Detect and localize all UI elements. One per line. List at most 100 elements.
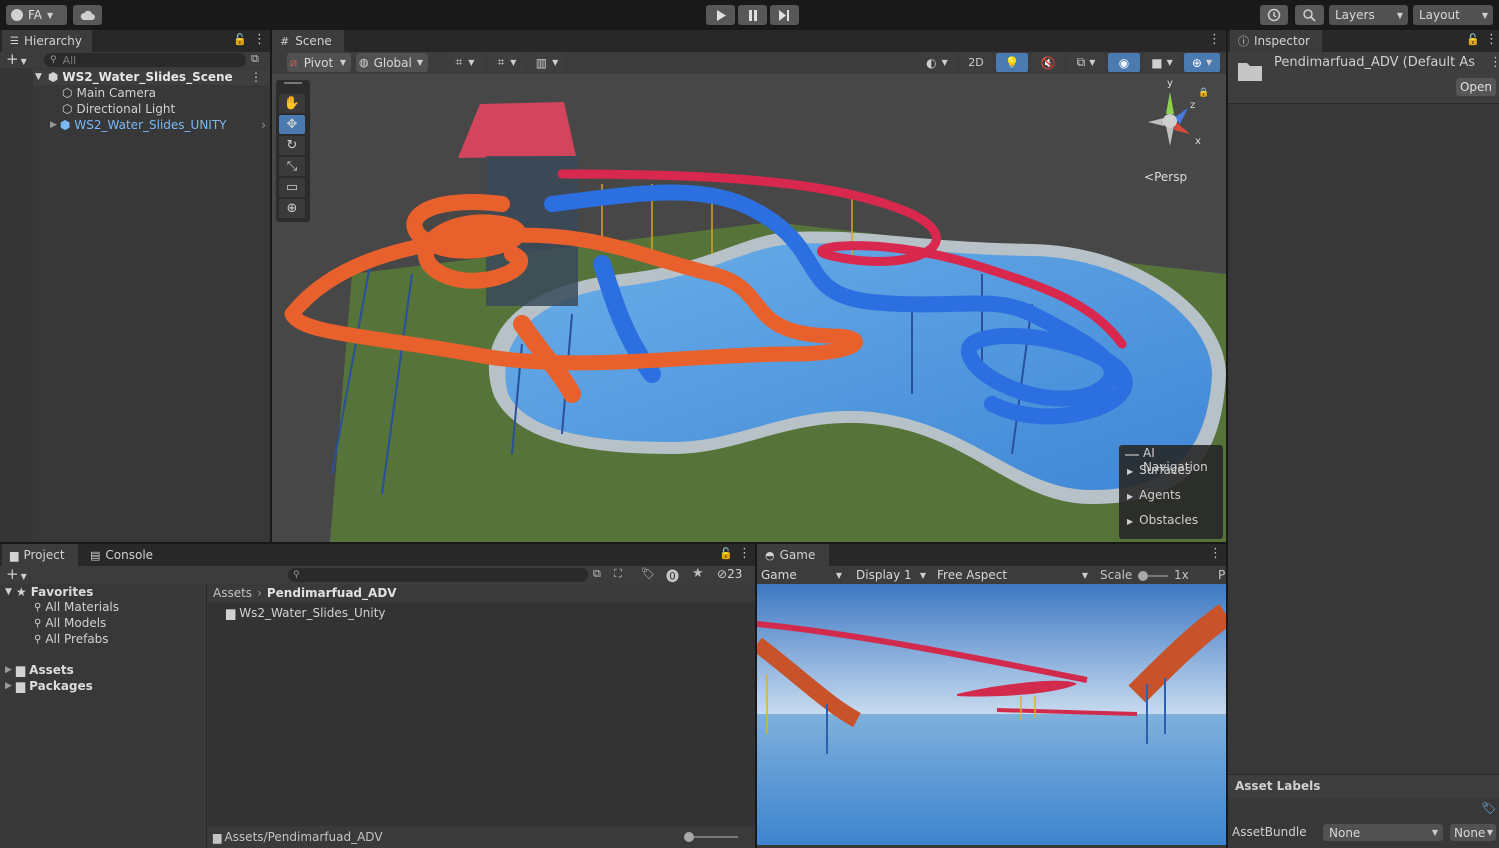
account-dropdown[interactable]: FA ▼ xyxy=(6,5,67,25)
global-dropdown[interactable]: ◍ Global ▼ xyxy=(356,53,428,72)
scale-slider[interactable] xyxy=(1138,571,1168,581)
grid-snap-button[interactable]: ⌗ ▼ xyxy=(446,53,484,72)
tab-scene[interactable]: # Scene xyxy=(272,30,344,52)
expand-arrow-icon[interactable]: ▼ xyxy=(35,72,42,82)
scene-name: WS2_Water_Slides_Scene xyxy=(62,70,233,84)
rotate-tool[interactable]: ↻ xyxy=(279,136,305,155)
hidden-packages-toggle[interactable]: ⊘23 xyxy=(717,567,742,581)
ai-nav-item-agents[interactable]: ▶ Agents xyxy=(1127,488,1181,502)
pause-button[interactable] xyxy=(738,5,767,25)
expand-arrow-icon[interactable]: ▶ xyxy=(5,665,12,675)
slider-thumb[interactable] xyxy=(684,832,694,842)
layers-dropdown[interactable]: Layers ▼ xyxy=(1329,5,1408,25)
mute-icon: 🔇 xyxy=(1040,55,1056,70)
tree-root-assets[interactable]: ▶ ▆ Assets xyxy=(5,662,74,678)
overlay-handle[interactable] xyxy=(1125,454,1139,456)
move-tool[interactable]: ✥ xyxy=(279,115,305,134)
pivot-dropdown[interactable]: ⧄ Pivot ▼ xyxy=(287,53,351,72)
more-menu-icon[interactable]: ⋮ xyxy=(1209,546,1222,561)
hierarchy-item-directional-light[interactable]: ⬡ Directional Light xyxy=(62,101,175,117)
more-menu-icon[interactable]: ⋮ xyxy=(1208,32,1221,47)
search-icon xyxy=(1303,8,1316,22)
label-tag-icon[interactable]: 🏷 xyxy=(1481,801,1496,815)
game-viewport[interactable] xyxy=(757,584,1226,845)
slider-thumb[interactable] xyxy=(1138,571,1148,581)
camera-settings-button[interactable]: ■ ▼ xyxy=(1144,53,1180,72)
chevron-right-icon[interactable]: › xyxy=(261,118,266,132)
hierarchy-search-field[interactable]: ⚲ All xyxy=(44,53,246,67)
display-dropdown[interactable]: Display 1 ▼ xyxy=(851,566,931,584)
gizmo-lock-icon[interactable]: 🔒 xyxy=(1198,88,1209,98)
tab-game[interactable]: ◓ Game xyxy=(757,544,829,566)
ai-nav-item-surfaces[interactable]: ▶ Surfaces xyxy=(1127,463,1191,477)
more-menu-icon[interactable]: ⋮ xyxy=(738,546,751,561)
history-button[interactable] xyxy=(1260,5,1288,25)
more-menu-icon[interactable]: ⋮ xyxy=(1489,55,1499,70)
scale-tool[interactable]: ⤡ xyxy=(279,157,305,176)
play-button[interactable] xyxy=(706,5,735,25)
tab-inspector[interactable]: ⓘ Inspector xyxy=(1230,30,1322,52)
hand-tool[interactable]: ✋ xyxy=(279,94,305,113)
add-button[interactable]: + ▼ xyxy=(6,50,27,68)
layout-dropdown[interactable]: Layout ▼ xyxy=(1413,5,1493,25)
grid-visibility-button[interactable]: ▥ ▼ xyxy=(530,53,564,72)
hierarchy-item-water-slides-prefab[interactable]: ▶ ⬢ WS2_Water_Slides_UNITY › xyxy=(50,117,270,133)
favorite-item[interactable]: ⚲ All Models xyxy=(34,615,106,631)
folder-row[interactable]: ▆ Ws2_Water_Slides_Unity xyxy=(226,605,386,621)
scene-row[interactable]: ▼ ⬢ WS2_Water_Slides_Scene ⋮ xyxy=(33,69,270,85)
increment-snap-button[interactable]: ⌗ ▼ xyxy=(488,53,526,72)
hidden-count: 23 xyxy=(727,567,743,581)
favorites-row[interactable]: ▼ ★ Favorites xyxy=(5,584,93,600)
play-focus-label[interactable]: P xyxy=(1218,568,1225,582)
lock-icon[interactable]: 🔓 xyxy=(1466,33,1480,46)
game-mode-dropdown[interactable]: Game ▼ xyxy=(757,566,847,584)
tab-project[interactable]: ▆ Project xyxy=(2,544,78,566)
asset-bundle-dropdown[interactable]: None ▼ xyxy=(1323,824,1443,841)
rect-tool[interactable]: ▭ xyxy=(279,178,305,197)
tab-console[interactable]: ▤ Console xyxy=(82,544,162,566)
open-button[interactable]: Open xyxy=(1456,78,1496,96)
scene-visibility-toggle[interactable]: ◉ xyxy=(1108,53,1140,72)
favorite-star-icon[interactable]: ★ xyxy=(692,566,704,581)
search-button[interactable] xyxy=(1295,5,1324,25)
lock-icon[interactable]: 🔓 xyxy=(233,33,247,46)
tab-hierarchy[interactable]: ☰ Hierarchy xyxy=(2,30,92,52)
tool-strip-handle[interactable] xyxy=(284,82,302,84)
asset-bundle-variant-dropdown[interactable]: None ▼ xyxy=(1450,824,1496,841)
icon-size-slider[interactable] xyxy=(684,832,738,842)
gizmos-toggle[interactable]: ⊕ ▼ xyxy=(1184,53,1220,72)
audio-toggle[interactable]: 🔇 xyxy=(1032,53,1064,72)
project-search-input[interactable]: ⚲ xyxy=(288,568,588,582)
shading-mode-button[interactable]: ◐ ▼ xyxy=(918,53,956,72)
more-menu-icon[interactable]: ⋮ xyxy=(253,32,266,47)
hierarchy-item-main-camera[interactable]: ⬡ Main Camera xyxy=(62,85,156,101)
tab-inspector-label: Inspector xyxy=(1254,34,1310,48)
filter-type-icon[interactable]: ⛶ xyxy=(614,567,622,581)
ai-nav-item-obstacles[interactable]: ▶ Obstacles xyxy=(1127,513,1198,527)
lighting-toggle[interactable]: 💡 xyxy=(996,53,1028,72)
more-menu-icon[interactable]: ⋮ xyxy=(1485,32,1498,47)
lock-icon[interactable]: 🔓 xyxy=(719,547,733,560)
step-button[interactable] xyxy=(770,5,799,25)
toggle-2d-button[interactable]: 2D xyxy=(960,53,992,72)
transform-tool[interactable]: ⊕ xyxy=(279,199,305,218)
search-mode-icon[interactable]: ⧉ xyxy=(251,52,259,66)
search-scope-icon[interactable]: ⧉ xyxy=(593,567,601,581)
favorite-item[interactable]: ⚲ All Prefabs xyxy=(34,631,109,647)
cloud-button[interactable] xyxy=(73,5,102,25)
favorite-item[interactable]: ⚲ All Materials xyxy=(34,599,119,615)
expand-arrow-icon[interactable]: ▶ xyxy=(50,120,57,130)
filter-label-icon[interactable]: 🏷 xyxy=(641,567,655,580)
expand-arrow-icon[interactable]: ▼ xyxy=(5,587,12,597)
projection-toggle[interactable]: <Persp xyxy=(1144,170,1187,184)
scene-viewport[interactable]: ✋ ✥ ↻ ⤡ ▭ ⊕ y z x 🔒 <Persp AI Navigation… xyxy=(272,74,1226,542)
filter-log-icon[interactable]: ⓿ xyxy=(666,566,679,585)
breadcrumb-item[interactable]: Pendimarfuad_ADV xyxy=(267,586,397,600)
create-button[interactable]: + ▼ xyxy=(6,565,27,583)
tree-root-packages[interactable]: ▶ ▆ Packages xyxy=(5,678,93,694)
breadcrumb-item[interactable]: Assets xyxy=(213,586,252,600)
effects-toggle[interactable]: ⧉ ▼ xyxy=(1068,53,1104,72)
aspect-dropdown[interactable]: Free Aspect ▼ xyxy=(933,566,1093,584)
more-menu-icon[interactable]: ⋮ xyxy=(250,70,262,84)
expand-arrow-icon[interactable]: ▶ xyxy=(5,681,12,691)
